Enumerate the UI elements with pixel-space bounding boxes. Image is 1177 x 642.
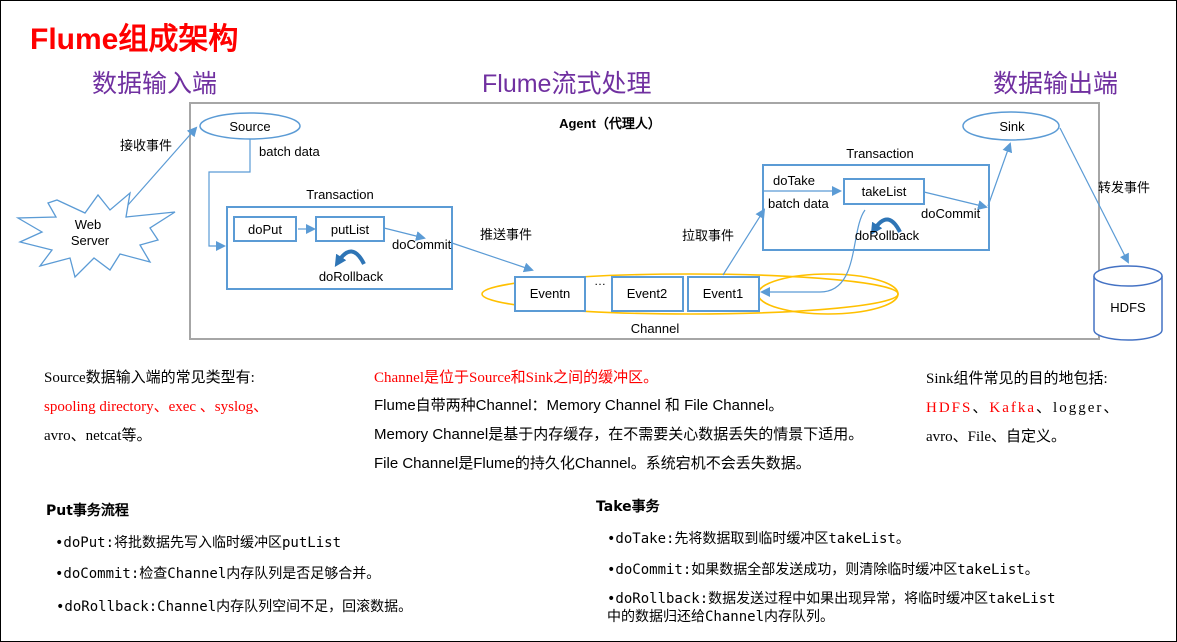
channel-notes-line3: Memory Channel是基于内存缓存，在不需要关心数据丢失的情景下适用。 [374,426,864,443]
take-commit-arrow [923,191,988,210]
channel-ellipsis: … [594,274,606,288]
source-notes-types: spooling directory、exec 、syslog、 [44,399,269,415]
push-event-label: 推送事件 [480,227,532,242]
channel-notes-line4: File Channel是Flume的持久化Channel。系统宕机不会丢失数据… [374,455,811,472]
sink-dest-sep: 、 [972,400,990,416]
put-rollback-icon [334,249,366,268]
put-flow-item: •doRollback:Channel内存队列空间不足，回滚数据。 [56,599,413,615]
sink-dest-kafka: Kafka [989,400,1037,416]
web-server-label-line2: Server [71,233,110,248]
channel-notes-definition: Channel是位于Source和Sink之间的缓冲区。 [374,370,659,386]
sink-notes-line1: Sink组件常见的目的地包括: [926,371,1108,387]
hdfs-label: HDFS [1110,300,1146,315]
source-batch-data-label: batch data [259,144,320,159]
source-notes-line1: Source数据输入端的常见类型有: [44,370,255,386]
source-notes-line3: avro、netcat等。 [44,428,152,444]
put-flow-item: •doCommit:检查Channel内存队列是否足够合并。 [55,566,381,582]
put-commit-label: doCommit [392,237,452,252]
take-list-label: takeList [862,184,907,199]
put-flow-heading: Put事务流程 [46,503,129,519]
channel-label: Channel [631,321,680,336]
pull-event-label: 拉取事件 [682,228,734,243]
event-2-label: Event2 [627,286,667,301]
put-rollback-label: doRollback [319,269,384,284]
take-flow-item: •doRollback:数据发送过程中如果出现异常，将临时缓冲区takeList [607,591,1056,607]
source-label: Source [229,119,270,134]
take-flow-item: •doTake:先将数据取到临时缓冲区takeList。 [607,531,910,547]
receive-event-label: 接收事件 [120,138,172,153]
push-event-arrow [451,242,534,273]
flume-architecture-diagram: Agent（代理人） Web Server 接收事件 Source batch … [15,102,1163,341]
sink-dest-hdfs: HDFS [926,400,973,416]
sink-label: Sink [999,119,1025,134]
event-n-label: Eventn [530,286,570,301]
take-flow-heading: Take事务 [596,499,660,515]
channel-notes-line2: Flume自带两种Channel：Memory Channel 和 File C… [374,397,784,414]
web-server-label-line1: Web [75,217,102,232]
take-rollback-label: doRollback [855,228,920,243]
sink-notes-line2: HDFS、Kafka、logger、 [926,396,1120,417]
take-batch-data-label: batch data [768,196,829,211]
sink-dest-rest: 、logger、 [1036,400,1121,416]
take-commit-label: doCommit [921,206,981,221]
put-flow-item: •doPut:将批数据先写入临时缓冲区putList [55,535,342,551]
do-put-label: doPut [248,222,282,237]
put-list-label: putList [331,222,370,237]
take-transaction-label: Transaction [846,146,913,161]
forward-event-arrow [1059,127,1129,264]
sink-notes-line3: avro、File、自定义。 [926,429,1066,445]
take-flow-item: 中的数据归还给Channel内存队列。 [607,609,835,625]
event-1-label: Event1 [703,286,743,301]
forward-event-label: 转发事件 [1098,180,1150,195]
to-sink-arrow [987,142,1013,207]
put-transaction-label: Transaction [306,187,373,202]
agent-label: Agent（代理人） [559,116,661,131]
channel-head-ellipse [757,273,899,315]
take-flow-item: •doCommit:如果数据全部发送成功，则清除临时缓冲区takeList。 [607,562,1039,578]
do-take-label: doTake [773,173,815,188]
